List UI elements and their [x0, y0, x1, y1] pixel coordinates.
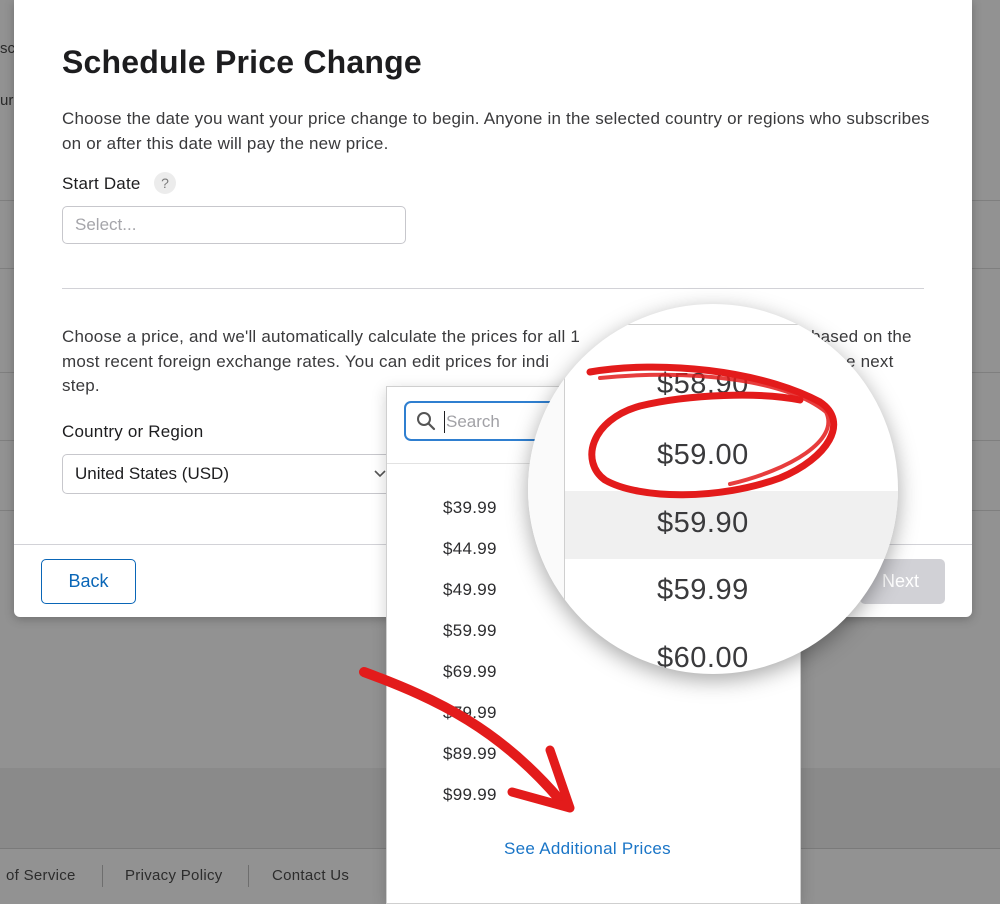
- price-option[interactable]: $59.99: [443, 621, 497, 641]
- footer-separator: [102, 865, 103, 887]
- start-date-label: Start Date: [62, 174, 141, 193]
- footer-link-terms[interactable]: of Service: [6, 867, 76, 884]
- section-divider: [62, 288, 924, 289]
- price-option[interactable]: $44.99: [443, 539, 497, 559]
- price-option[interactable]: $69.99: [443, 662, 497, 682]
- price-option[interactable]: $89.99: [443, 744, 497, 764]
- background-clipped-text: ur: [0, 92, 14, 109]
- magnified-price[interactable]: $59.99: [657, 574, 749, 607]
- back-button[interactable]: Back: [41, 559, 136, 604]
- price-description-line-3: step.: [62, 376, 100, 395]
- price-option[interactable]: $49.99: [443, 580, 497, 600]
- price-option[interactable]: $99.99: [443, 785, 497, 805]
- footer-separator: [248, 865, 249, 887]
- search-icon: [417, 412, 436, 431]
- price-description-line-2: most recent foreign exchange rates. You …: [62, 352, 550, 371]
- price-option[interactable]: $39.99: [443, 498, 497, 518]
- country-region-select[interactable]: United States (USD): [62, 454, 392, 494]
- modal-intro-text: Choose the date you want your price chan…: [62, 109, 930, 153]
- background-clipped-text: sc: [0, 40, 15, 57]
- magnifier-callout: $58.90 $59.00 $59.90 $59.99 $60.00: [528, 304, 898, 674]
- modal-title: Schedule Price Change: [62, 44, 422, 80]
- text-caret: [444, 411, 445, 433]
- see-additional-prices-link[interactable]: See Additional Prices: [504, 839, 671, 859]
- price-option[interactable]: $79.99: [443, 703, 497, 723]
- magnified-price: $58.90: [657, 368, 749, 400]
- magnified-price[interactable]: $60.00: [657, 642, 749, 674]
- search-placeholder: Search: [446, 412, 500, 431]
- footer-link-privacy[interactable]: Privacy Policy: [125, 867, 223, 884]
- magnified-price-highlighted[interactable]: $59.90: [657, 507, 749, 540]
- start-date-input[interactable]: [62, 206, 406, 244]
- footer-link-contact[interactable]: Contact Us: [272, 867, 349, 884]
- price-description-line-1: Choose a price, and we'll automatically …: [62, 327, 581, 346]
- chevron-down-icon: [373, 455, 387, 507]
- magnified-price-circled[interactable]: $59.00: [657, 439, 749, 472]
- help-icon[interactable]: ?: [154, 172, 176, 194]
- country-region-label: Country or Region: [62, 422, 204, 441]
- country-region-value: United States (USD): [75, 464, 229, 483]
